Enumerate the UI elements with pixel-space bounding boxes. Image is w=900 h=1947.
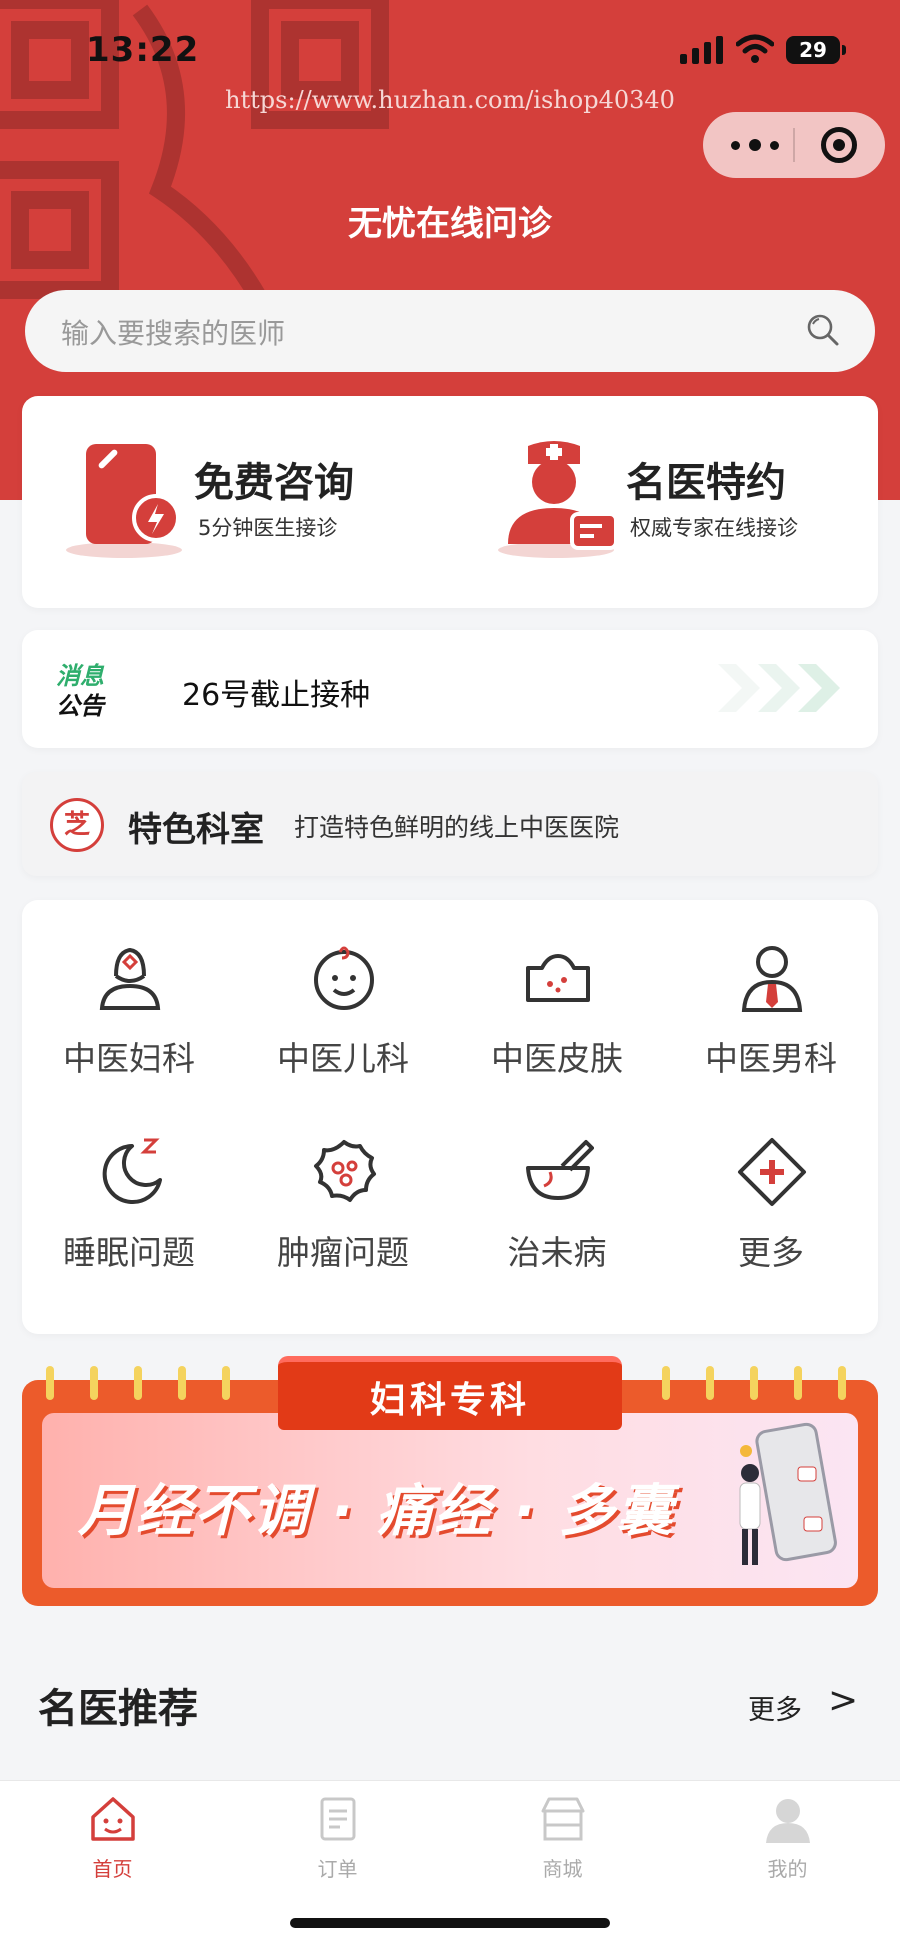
dept-prevention[interactable]: 治未病	[450, 1094, 664, 1272]
dept-andrology[interactable]: 中医男科	[664, 900, 878, 1078]
dept-label: 中医男科	[705, 1039, 837, 1078]
feature-heading: 特色科室	[128, 810, 264, 850]
dept-label: 中医妇科	[63, 1039, 195, 1078]
dept-label: 更多	[738, 1233, 804, 1272]
capsule-divider	[793, 128, 795, 162]
hospital-logo: 芝	[50, 798, 104, 852]
consult-title: 免费咨询	[194, 460, 354, 506]
status-bar: 13:22 29	[0, 30, 900, 70]
dept-more[interactable]: 更多	[664, 1094, 878, 1272]
doctor-phone-illustration-icon	[739, 1422, 837, 1565]
search-icon[interactable]	[805, 312, 841, 348]
dept-label: 睡眠问题	[63, 1233, 195, 1272]
battery-indicator: 29	[786, 36, 846, 64]
notice-bar[interactable]: 消息 公告 26号截止接种	[22, 630, 878, 748]
section-title: 名医推荐	[38, 1686, 198, 1732]
feature-subtitle: 打造特色鲜明的线上中医医院	[294, 813, 620, 842]
watermark-url: https://www.huzhan.com/ishop40340	[225, 86, 675, 114]
chevron-arrows-icon	[718, 664, 840, 712]
search-bar[interactable]: 输入要搜索的医师	[25, 290, 875, 372]
mini-program-capsule	[703, 112, 885, 178]
dept-label: 中医儿科	[277, 1039, 409, 1078]
moon-sleep-icon	[102, 1138, 162, 1204]
tab-mall[interactable]: 商城	[450, 1793, 675, 1893]
notice-badge-bottom: 公告	[56, 692, 104, 720]
banner-slogan: 月经不调 · 痛经 · 多囊	[78, 1479, 675, 1544]
phone-lightning-icon	[66, 444, 182, 558]
dept-dermatology[interactable]: 中医皮肤	[450, 900, 664, 1078]
consult-subtitle: 权威专家在线接诊	[630, 516, 798, 540]
tab-home[interactable]: 首页	[0, 1793, 225, 1893]
consult-subtitle: 5分钟医生接诊	[198, 516, 338, 540]
close-target-icon[interactable]	[821, 127, 857, 163]
user-icon	[765, 1799, 810, 1843]
cellular-signal-icon	[680, 36, 723, 64]
dept-pediatrics[interactable]: 中医儿科	[236, 900, 450, 1078]
home-icon	[90, 1797, 135, 1841]
notice-text: 26号截止接种	[182, 678, 371, 713]
tab-label: 商城	[542, 1857, 583, 1881]
dept-tumor[interactable]: 肿瘤问题	[236, 1094, 450, 1272]
tab-label: 首页	[92, 1857, 133, 1881]
search-placeholder[interactable]: 输入要搜索的医师	[61, 312, 285, 352]
tumor-icon	[314, 1140, 376, 1202]
chevron-right-icon[interactable]: >	[828, 1680, 858, 1721]
tab-label: 我的	[767, 1857, 808, 1881]
doctor-icon	[498, 441, 618, 558]
tab-label: 订单	[317, 1857, 358, 1881]
wifi-icon	[736, 34, 774, 63]
male-icon	[741, 946, 803, 1012]
tab-orders[interactable]: 订单	[225, 1793, 450, 1893]
department-grid: 中医妇科 中医儿科 中医皮肤 中医男科 睡眠问题 肿瘤问题 治未病 更多	[22, 900, 878, 1334]
baby-face-icon	[314, 946, 374, 1010]
dept-label: 中医皮肤	[491, 1039, 623, 1078]
gynecology-promo-banner[interactable]: 妇科专科 月经不调 · 痛经 · 多囊	[22, 1356, 878, 1606]
store-icon	[541, 1797, 584, 1841]
female-doctor-icon	[99, 947, 161, 1010]
mortar-icon	[526, 1140, 594, 1200]
feature-department-banner[interactable]: 芝 特色科室 打造特色鲜明的线上中医医院	[22, 772, 878, 876]
more-dots-icon[interactable]	[731, 130, 779, 160]
famous-doctor-button[interactable]: 名医特约 权威专家在线接诊	[494, 432, 874, 572]
page-title: 无忧在线问诊	[348, 204, 552, 244]
more-plus-icon	[738, 1138, 806, 1206]
order-document-icon	[320, 1797, 355, 1841]
dept-gynecology[interactable]: 中医妇科	[22, 900, 236, 1078]
more-link[interactable]: 更多	[748, 1688, 802, 1727]
dept-label: 治未病	[507, 1233, 607, 1272]
dept-sleep[interactable]: 睡眠问题	[22, 1094, 236, 1272]
skin-icon	[526, 954, 590, 1002]
status-time: 13:22	[86, 30, 200, 70]
consult-title: 名医特约	[626, 460, 786, 506]
banner-tab: 妇科专科	[278, 1356, 622, 1430]
consult-card: 免费咨询 5分钟医生接诊 名医特约 权威专家在线接诊	[22, 396, 878, 608]
free-consult-button[interactable]: 免费咨询 5分钟医生接诊	[62, 432, 442, 572]
tab-profile[interactable]: 我的	[675, 1793, 900, 1893]
home-indicator	[290, 1918, 610, 1928]
dept-label: 肿瘤问题	[277, 1233, 409, 1272]
